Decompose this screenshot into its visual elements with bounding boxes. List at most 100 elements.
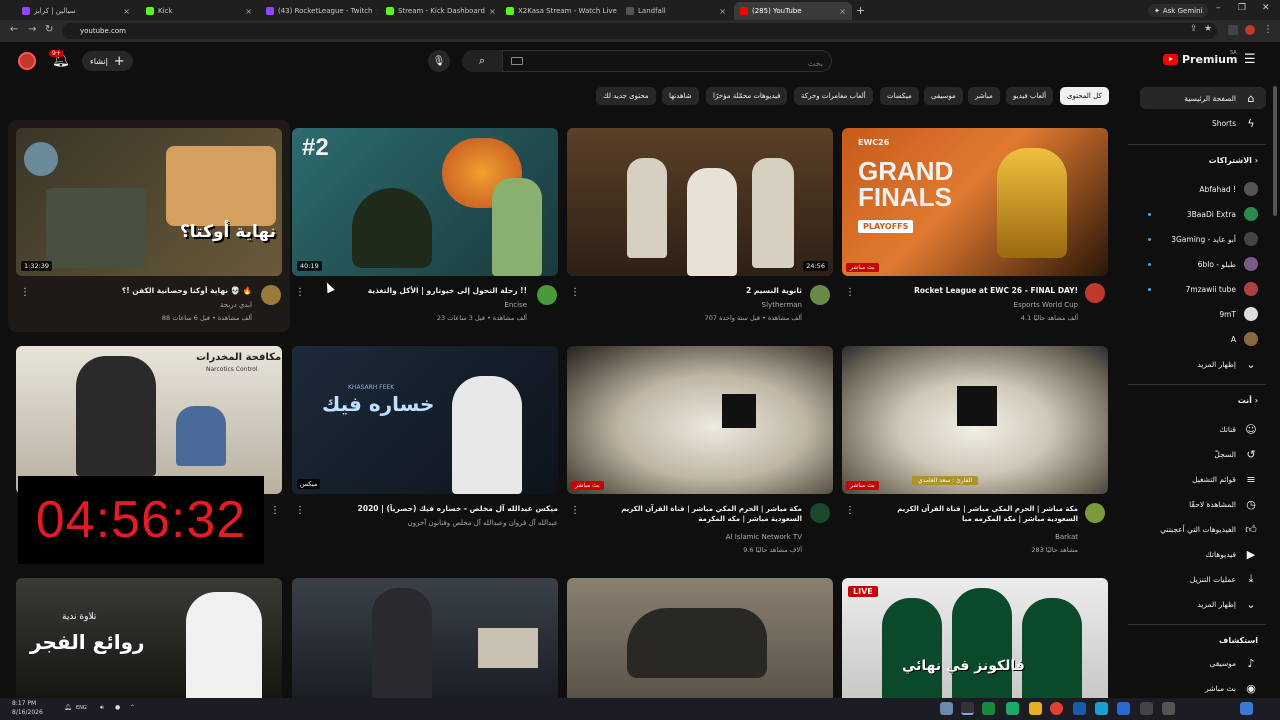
taskbar-app-icon[interactable]: [940, 702, 953, 715]
close-icon[interactable]: ×: [719, 7, 726, 16]
sidebar-scrollbar[interactable]: [1273, 86, 1277, 216]
reload-icon[interactable]: ↻: [45, 24, 53, 35]
chip-video-games[interactable]: ألعاب فيديو: [1006, 87, 1054, 105]
browser-tab[interactable]: Landfall ×: [620, 2, 732, 20]
chip-recently-uploaded[interactable]: فيديوهات محمّلة مؤخرًا: [706, 87, 788, 105]
video-menu-icon[interactable]: ⋮: [845, 505, 855, 516]
taskbar-app-icon[interactable]: [1006, 702, 1019, 715]
bookmark-star-icon[interactable]: ★: [1204, 24, 1212, 34]
sidebar-sub-item[interactable]: 6blo - طبلو: [1198, 253, 1258, 275]
video-menu-icon[interactable]: ⋮: [20, 287, 30, 298]
close-icon[interactable]: ×: [245, 7, 252, 16]
menu-dots-icon[interactable]: ⋮: [1263, 24, 1273, 35]
folder-icon[interactable]: [1029, 702, 1042, 715]
url-bar[interactable]: youtube.com: [62, 23, 1217, 39]
video-thumbnail[interactable]: #2 40:19: [292, 128, 558, 276]
sidebar-sub-item[interactable]: A: [1231, 328, 1258, 350]
account-avatar[interactable]: [18, 52, 36, 70]
video-title[interactable]: رحلة التحول إلى خيوتارو | الأكل والتغذية…: [315, 286, 527, 295]
share-icon[interactable]: ⇪: [1190, 24, 1198, 34]
taskbar-app-icon[interactable]: [982, 702, 995, 715]
sidebar-item-liked-videos[interactable]: الفيديوهات التي أعجبتني 👍︎: [1160, 518, 1258, 540]
sidebar-sub-item[interactable]: Abfahad !: [1199, 178, 1258, 200]
video-title[interactable]: ثانوية النسيم 2: [590, 286, 802, 295]
video-thumbnail[interactable]: القارئ : سعد الغامدي بث مباشر: [842, 346, 1108, 494]
sidebar-show-more[interactable]: إظهار المزيد ⌄: [1197, 593, 1258, 615]
create-button[interactable]: إنشاء +: [82, 51, 133, 71]
taskbar-app-icon[interactable]: [1117, 702, 1130, 715]
close-icon[interactable]: ×: [489, 7, 496, 16]
video-thumbnail[interactable]: EWC26 GRAND FINALS PLAYOFFS بث مباشر: [842, 128, 1108, 276]
taskbar-app-icon[interactable]: [961, 702, 974, 715]
sidebar-item-downloads[interactable]: عمليات التنزيل ⤓: [1190, 568, 1258, 590]
search-input[interactable]: [503, 53, 831, 74]
chip-mixes[interactable]: ميكسات: [880, 87, 919, 105]
browser-tab[interactable]: Kick ×: [140, 2, 258, 20]
close-icon[interactable]: ×: [376, 7, 378, 16]
channel-name[interactable]: عبدالله آل فروان وعبدالله آل مخلص وفنانو…: [300, 519, 558, 527]
minimize-icon[interactable]: –: [1216, 3, 1221, 13]
channel-name[interactable]: Al Islamic Network TV: [590, 533, 802, 541]
bell-icon[interactable]: 🔔︎: [64, 704, 72, 711]
voice-search-button[interactable]: 🎙︎: [428, 50, 450, 72]
browser-tab[interactable]: Stream - Kick Dashboard ×: [380, 2, 498, 20]
channel-avatar[interactable]: [1085, 283, 1105, 303]
chip-live[interactable]: مباشر: [968, 87, 1000, 105]
video-menu-icon[interactable]: ⋮: [570, 505, 580, 516]
video-thumbnail[interactable]: نهاية أوكتا؟ 1:32:39: [16, 128, 282, 276]
extension-icon[interactable]: [1228, 25, 1238, 35]
channel-name[interactable]: Barkat: [866, 533, 1078, 541]
browser-tab[interactable]: X2Kasa Stream - Watch Live on×: [500, 2, 618, 20]
microphone-icon[interactable]: ●: [115, 704, 120, 711]
video-thumbnail[interactable]: تلاوة ندية روائع الفجر: [16, 578, 282, 698]
sidebar-sub-item[interactable]: 3Gaming - أبو عايد: [1171, 228, 1258, 250]
channel-name[interactable]: ابدي دريحة: [40, 301, 252, 309]
chip-action-adventure[interactable]: ألعاب مغامرات وحركة: [794, 87, 873, 105]
video-menu-icon[interactable]: ⋮: [295, 287, 305, 298]
video-title[interactable]: Rocket League at EWC 26 - FINAL DAY!: [866, 286, 1078, 295]
profile-avatar[interactable]: [1245, 25, 1255, 35]
sidebar-item-history[interactable]: السجلّ ↺: [1214, 443, 1258, 465]
browser-tab[interactable]: (43) RocketLeague - Twitch×: [260, 2, 378, 20]
channel-avatar[interactable]: [537, 285, 557, 305]
video-title[interactable]: نهاية أوكتا وحصانية الكفن !؟ 💀 🔥: [40, 286, 252, 295]
chrome-icon[interactable]: [1050, 702, 1063, 715]
browser-tab[interactable]: سيالين | كرايز ×: [16, 2, 136, 20]
you-heading[interactable]: أنت ›: [1238, 396, 1258, 405]
search-icon[interactable]: [1162, 702, 1175, 715]
language-indicator[interactable]: ENG: [76, 705, 87, 711]
keyboard-icon[interactable]: [511, 57, 523, 65]
close-icon[interactable]: ×: [839, 7, 846, 16]
sidebar-show-more[interactable]: إظهار المزيد ⌄: [1197, 353, 1258, 375]
channel-name[interactable]: Slytherman: [590, 301, 802, 309]
volume-icon[interactable]: 🔊︎: [100, 704, 104, 712]
sidebar-item-music[interactable]: موسيقى ♪: [1210, 652, 1258, 674]
chip-watched[interactable]: شاهدتها: [662, 87, 699, 105]
channel-name[interactable]: Esports World Cup: [866, 301, 1078, 309]
video-thumbnail[interactable]: بث مباشر: [567, 346, 833, 494]
search-button[interactable]: ⌕: [462, 50, 502, 72]
sidebar-item-your-channel[interactable]: قناتك ☺: [1219, 418, 1258, 440]
video-thumbnail[interactable]: LIVE فالكونز في نهائي: [842, 578, 1108, 698]
taskbar-app-icon[interactable]: [1073, 702, 1086, 715]
video-thumbnail[interactable]: KHASARH FEEK خساره فيك ميكس: [292, 346, 558, 494]
chip-new-to-you[interactable]: محتوى جديد لك: [596, 87, 656, 105]
chip-all[interactable]: كل المحتوى: [1060, 87, 1109, 105]
chevron-up-icon[interactable]: ⌃: [130, 704, 135, 711]
video-thumbnail[interactable]: مكافحة المخدرات Narcotics Control: [16, 346, 282, 494]
maximize-icon[interactable]: ❐: [1238, 3, 1246, 13]
sidebar-sub-item[interactable]: 7mzawii tube: [1186, 278, 1258, 300]
search-field[interactable]: [502, 50, 832, 74]
sidebar-item-home[interactable]: الصفحة الرئيسية ⌂: [1184, 87, 1258, 109]
browser-tab-active[interactable]: (285) YouTube ×: [734, 2, 852, 20]
video-thumbnail[interactable]: [567, 578, 833, 698]
channel-avatar[interactable]: [1085, 503, 1105, 523]
back-icon[interactable]: ←: [10, 24, 18, 35]
subscriptions-heading[interactable]: الاشتراكات ›: [1209, 156, 1258, 165]
close-window-icon[interactable]: ✕: [1262, 3, 1270, 13]
taskbar-app-icon[interactable]: [1140, 702, 1153, 715]
video-thumbnail[interactable]: [292, 578, 558, 698]
sidebar-item-your-videos[interactable]: فيديوهاتك ▶: [1206, 543, 1258, 565]
sidebar-item-live[interactable]: بث مباشر ◉: [1205, 677, 1258, 699]
chip-music[interactable]: موسيقى: [924, 87, 963, 105]
